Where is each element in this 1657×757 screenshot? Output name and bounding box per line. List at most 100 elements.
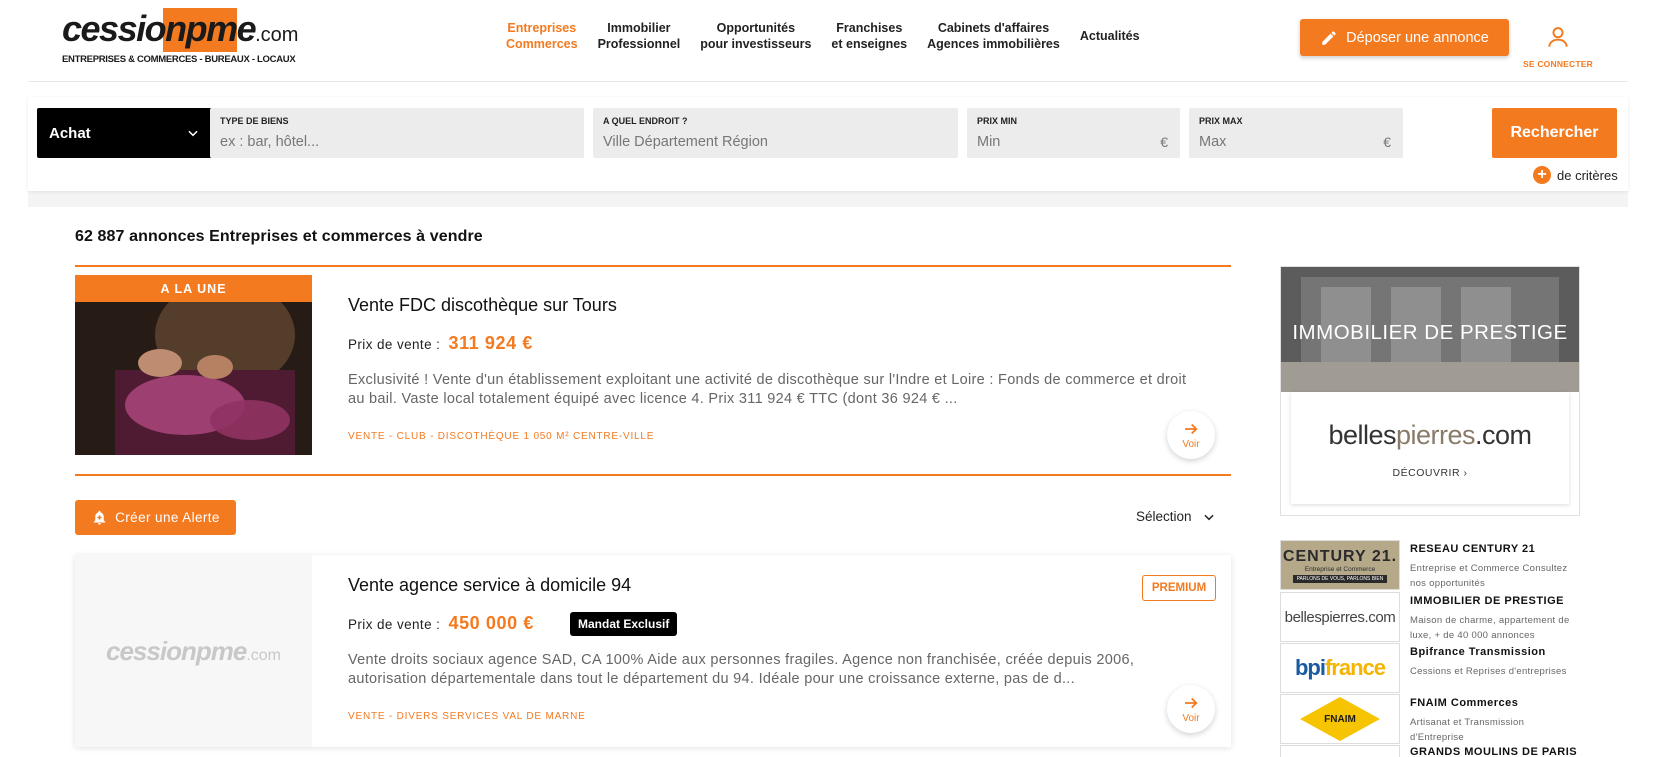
placeholder-logo-suffix: .com: [246, 646, 281, 664]
logo-part-cession: cession: [62, 8, 187, 49]
ad-brand-a: belles: [1328, 420, 1396, 450]
century21-logo-main: CENTURY 21.: [1282, 547, 1398, 565]
partner-grands-moulins[interactable]: GRANDS MOULINS DE PARIS: [1280, 745, 1580, 757]
sidebar-ad-banner[interactable]: IMMOBILIER DE PRESTIGE bellespierres.com…: [1280, 266, 1580, 516]
deposit-ad-label: Déposer une annonce: [1346, 29, 1489, 46]
listing-photo-placeholder[interactable]: cessionpme.com: [75, 555, 312, 747]
field-label: A QUEL ENDROIT ?: [603, 116, 688, 126]
fnaim-logo-mark: FNAIM: [1300, 697, 1380, 741]
price-label: Prix de vente :: [348, 337, 441, 352]
field-placeholder: ex : bar, hôtel...: [220, 134, 320, 150]
bpifrance-logo-text: bpifrance: [1294, 655, 1386, 681]
orange-divider: [75, 265, 1231, 267]
france-part: france: [1324, 655, 1386, 680]
partner-century21[interactable]: CENTURY 21. Entreprise et Commerce PARLO…: [1280, 540, 1580, 590]
partner-name: IMMOBILIER DE PRESTIGE: [1410, 595, 1565, 607]
ad-headline: IMMOBILIER DE PRESTIGE: [1292, 321, 1568, 344]
ad-discover-link[interactable]: DÉCOUVRIR ›: [1291, 467, 1569, 479]
price-row: Prix de vente : 311 924 €: [348, 333, 533, 354]
property-type-field[interactable]: TYPE DE BIENS ex : bar, hôtel...: [210, 108, 584, 158]
nav-cabinets[interactable]: Cabinets d'affaires Agences immobilières: [917, 20, 1070, 52]
bell-add-icon: [93, 510, 106, 525]
listing-title[interactable]: Vente FDC discothèque sur Tours: [348, 295, 617, 316]
partner-desc: Entreprise et Commerce Consultez nos opp…: [1410, 563, 1568, 589]
field-label: PRIX MIN: [977, 116, 1018, 126]
view-listing-button[interactable]: Voir: [1167, 411, 1215, 459]
site-logo[interactable]: cessionpme.com ENTREPRISES & COMMERCES -…: [62, 8, 298, 68]
placeholder-logo-main: cessionpme: [106, 635, 247, 666]
arrow-right-icon: [1185, 423, 1198, 435]
search-section: Achat TYPE DE BIENS ex : bar, hôtel... A…: [28, 97, 1628, 207]
nav-line2: et enseignes: [831, 37, 908, 51]
user-icon: [1548, 27, 1568, 47]
sort-select[interactable]: Sélection: [1136, 509, 1216, 524]
field-label: PRIX MAX: [1199, 116, 1243, 126]
field-label: TYPE DE BIENS: [220, 116, 289, 126]
listing-price: 450 000 €: [448, 613, 534, 633]
partner-name: RESEAU CENTURY 21: [1410, 543, 1536, 555]
mandat-exclusif-badge: Mandat Exclusif: [570, 612, 678, 636]
partner-bpifrance[interactable]: bpifrance Bpifrance Transmission Cession…: [1280, 643, 1580, 693]
logo-tagline: ENTREPRISES & COMMERCES - BUREAUX - LOCA…: [62, 54, 296, 65]
location-field[interactable]: A QUEL ENDROIT ? Ville Département Régio…: [593, 108, 958, 158]
placeholder-logo: cessionpme.com: [106, 636, 281, 667]
featured-listing-card[interactable]: A LA UNE Vente FDC discothèque sur Tours…: [75, 275, 1231, 459]
nav-entreprises-commerces[interactable]: Entreprises Commerces: [496, 20, 588, 52]
nav-immobilier-professionnel[interactable]: Immobilier Professionnel: [588, 20, 691, 52]
euro-unit: €: [1383, 134, 1391, 150]
deposit-ad-button[interactable]: Déposer une annonce: [1300, 19, 1509, 56]
partner-name: Bpifrance Transmission: [1410, 646, 1546, 658]
nav-franchises[interactable]: Franchises et enseignes: [821, 20, 917, 52]
orange-divider: [75, 474, 1231, 476]
bpi-part: bpi: [1294, 655, 1326, 680]
nav-line1: Entreprises: [507, 21, 577, 35]
create-alert-button[interactable]: Créer une Alerte: [75, 500, 236, 535]
dj-photo-illustration: [75, 275, 312, 455]
transaction-type-select[interactable]: Achat: [37, 108, 212, 158]
nav-line1: Opportunités: [716, 21, 796, 35]
nav-line2: pour investisseurs: [700, 37, 812, 51]
premium-listing-card[interactable]: cessionpme.com Vente agence service à do…: [75, 555, 1231, 747]
nav-line1: Cabinets d'affaires: [937, 21, 1050, 35]
century21-logo-mark: CENTURY 21. Entreprise et Commerce PARLO…: [1281, 541, 1399, 589]
logo-part-pme: pme: [185, 8, 257, 49]
nav-actualites[interactable]: Actualités: [1070, 20, 1150, 52]
search-button[interactable]: Rechercher: [1492, 108, 1617, 158]
ad-photo: IMMOBILIER DE PRESTIGE: [1281, 267, 1579, 392]
price-label: Prix de vente :: [348, 617, 441, 632]
partner-desc: Maison de charme, appartement de luxe, +…: [1410, 615, 1570, 641]
pencil-icon: [1322, 30, 1336, 45]
more-criteria-link[interactable]: + de critères: [1533, 166, 1618, 184]
login-button[interactable]: SE CONNECTER: [1520, 24, 1596, 69]
euro-unit: €: [1160, 134, 1168, 150]
price-max-field[interactable]: PRIX MAX Max €: [1189, 108, 1403, 158]
century21-logo-sub: Entreprise et Commerce: [1304, 565, 1376, 573]
listing-tags: VENTE - DIVERS SERVICES VAL DE MARNE: [348, 711, 586, 722]
bellespierres-logo-text: bellespierres.com: [1284, 608, 1396, 626]
bellespierres-logo: bellespierres.com: [1280, 592, 1400, 642]
price-min-field[interactable]: PRIX MIN Min €: [967, 108, 1180, 158]
field-placeholder: Ville Département Région: [603, 134, 768, 150]
listing-tags: VENTE - CLUB - DISCOTHÈQUE 1 050 M² CENT…: [348, 431, 655, 442]
nav-line1: Franchises: [836, 21, 903, 35]
partner-bellespierres[interactable]: bellespierres.com IMMOBILIER DE PRESTIGE…: [1280, 592, 1580, 642]
ad-brand: bellespierres.com: [1291, 420, 1569, 451]
listing-title[interactable]: Vente agence service à domicile 94: [348, 575, 631, 596]
partner-name: GRANDS MOULINS DE PARIS: [1410, 746, 1578, 757]
nav-opportunites[interactable]: Opportunités pour investisseurs: [690, 20, 821, 52]
site-header: cessionpme.com ENTREPRISES & COMMERCES -…: [0, 0, 1657, 78]
view-listing-button[interactable]: Voir: [1167, 685, 1215, 733]
view-label: Voir: [1182, 713, 1200, 724]
partner-name: FNAIM Commerces: [1410, 697, 1519, 709]
sort-value: Sélection: [1136, 509, 1192, 524]
main-nav: Entreprises Commerces Immobilier Profess…: [496, 20, 1150, 52]
fnaim-logo: FNAIM: [1280, 694, 1400, 744]
create-alert-label: Créer une Alerte: [115, 510, 220, 525]
chevron-down-icon: [188, 130, 198, 137]
listing-photo[interactable]: A LA UNE: [75, 275, 312, 455]
partner-fnaim[interactable]: FNAIM FNAIM Commerces Artisanat et Trans…: [1280, 694, 1580, 744]
listing-price: 311 924 €: [448, 333, 533, 353]
arrow-right-icon: [1185, 697, 1198, 709]
chevron-down-icon: [1203, 514, 1214, 520]
nav-line1: Actualités: [1079, 29, 1140, 43]
